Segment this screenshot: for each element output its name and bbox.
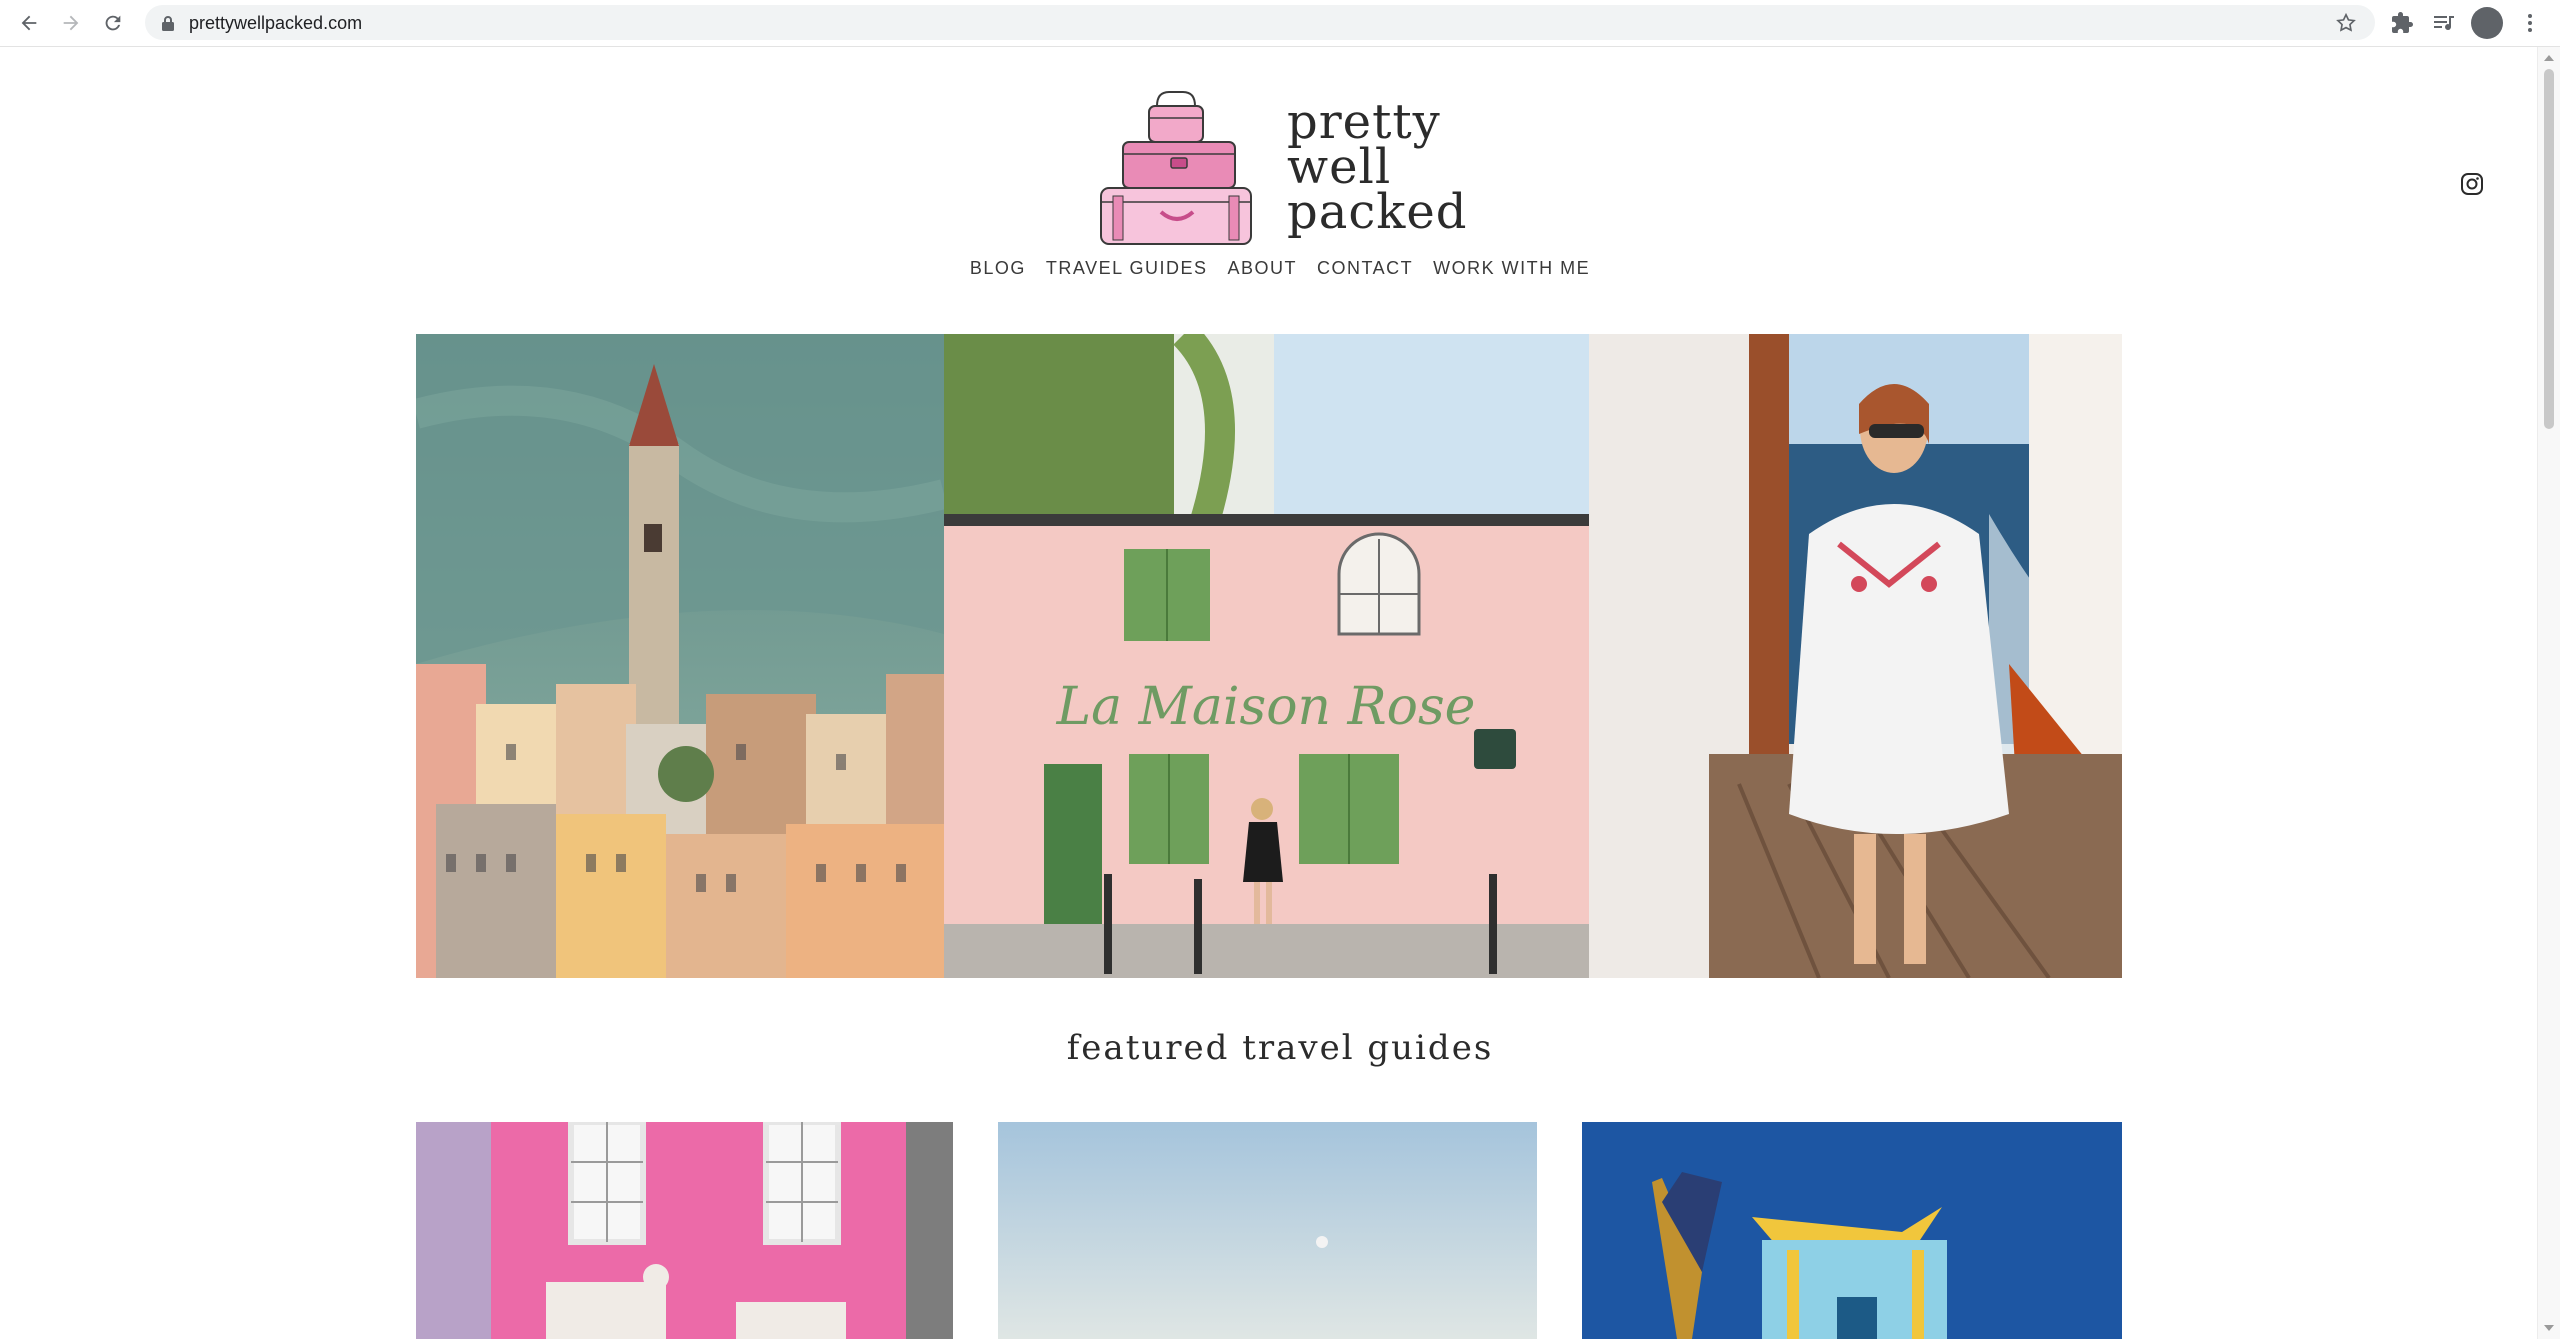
browser-toolbar: prettywellpacked.com — [0, 0, 2560, 47]
media-control-icon[interactable] — [2432, 11, 2456, 35]
nav-link-about[interactable]: ABOUT — [1227, 258, 1297, 288]
instagram-icon[interactable] — [2460, 172, 2484, 196]
page-scrollbar[interactable] — [2537, 47, 2560, 1339]
nav-link-blog[interactable]: BLOG — [970, 258, 1026, 288]
main-nav: BLOG TRAVEL GUIDES ABOUT CONTACT WORK WI… — [970, 258, 1589, 288]
scroll-down-arrow-icon[interactable] — [2544, 1325, 2554, 1331]
logo-wordmark: pretty well packed — [1287, 98, 1468, 240]
scroll-up-arrow-icon[interactable] — [2544, 55, 2554, 61]
nav-link-travel-guides[interactable]: TRAVEL GUIDES — [1046, 258, 1208, 288]
guide-card-image-pink-house[interactable] — [416, 1122, 953, 1339]
guide-card-image-lifeguard-hut[interactable] — [1582, 1122, 2122, 1339]
reload-icon[interactable] — [98, 8, 128, 38]
lock-icon[interactable] — [161, 15, 175, 31]
kebab-menu-icon[interactable] — [2518, 11, 2542, 35]
shop-sign-text: La Maison Rose — [1056, 677, 1476, 737]
back-arrow-icon[interactable] — [14, 8, 44, 38]
suitcase-stack-icon — [1100, 91, 1252, 245]
hero-image-la-maison-rose[interactable]: La Maison Rose — [944, 334, 1589, 978]
logo-line: packed — [1287, 184, 1468, 240]
url-text[interactable]: prettywellpacked.com — [189, 13, 362, 34]
hero-image-lake-village[interactable] — [416, 334, 944, 978]
nav-link-work-with-me[interactable]: WORK WITH ME — [1433, 258, 1590, 288]
scroll-thumb[interactable] — [2544, 69, 2554, 429]
site-logo[interactable]: pretty well packed — [1095, 84, 1466, 254]
forward-arrow-icon[interactable] — [56, 8, 86, 38]
nav-link-contact[interactable]: CONTACT — [1317, 258, 1413, 288]
star-icon[interactable] — [2335, 12, 2357, 34]
section-title: featured travel guides — [1066, 1028, 1494, 1068]
avatar[interactable] — [2471, 7, 2503, 39]
puzzle-icon[interactable] — [2390, 11, 2414, 35]
hero-image-boat-deck[interactable] — [1589, 334, 2122, 978]
guide-card-image-sky[interactable] — [998, 1122, 1537, 1339]
address-bar[interactable]: prettywellpacked.com — [145, 5, 2375, 40]
